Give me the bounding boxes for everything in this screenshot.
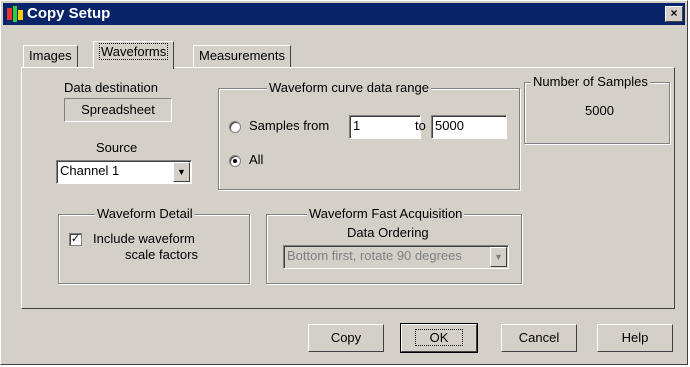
waveform-detail-label: Waveform Detail bbox=[95, 206, 195, 221]
title-bar[interactable]: Copy Setup × bbox=[3, 3, 685, 25]
source-select[interactable]: Channel 1 ▼ bbox=[56, 160, 192, 184]
all-radio[interactable] bbox=[229, 155, 241, 167]
to-label: to bbox=[415, 118, 426, 133]
copy-button[interactable]: Copy bbox=[308, 324, 384, 352]
num-samples-group: Number of Samples 5000 bbox=[524, 74, 670, 144]
tab-measurements-label: Measurements bbox=[199, 48, 285, 63]
help-button-label: Help bbox=[621, 330, 649, 345]
close-icon[interactable]: × bbox=[665, 6, 683, 22]
data-ordering-value: Bottom first, rotate 90 degrees bbox=[287, 248, 462, 263]
tab-panel: Data destination Spreadsheet Source Chan… bbox=[21, 67, 675, 309]
tab-waveforms-label: Waveforms bbox=[99, 43, 169, 60]
data-destination-value: Spreadsheet bbox=[64, 98, 172, 122]
to-field[interactable]: 5000 bbox=[431, 115, 507, 139]
samples-from-label: Samples from bbox=[249, 118, 330, 133]
tab-waveforms[interactable]: Waveforms bbox=[93, 41, 175, 69]
source-label: Source bbox=[96, 140, 138, 155]
tab-images[interactable]: Images bbox=[23, 45, 78, 67]
from-field[interactable]: 1 bbox=[349, 115, 421, 139]
ok-button-label: OK bbox=[414, 329, 464, 346]
data-destination-label: Data destination bbox=[64, 80, 158, 95]
source-value: Channel 1 bbox=[60, 163, 120, 178]
ok-button[interactable]: OK bbox=[400, 323, 478, 353]
checkbox-label-line2: scale factors bbox=[125, 247, 198, 262]
samples-from-radio[interactable] bbox=[229, 121, 241, 133]
num-samples-label: Number of Samples bbox=[531, 74, 650, 89]
num-samples-value: 5000 bbox=[585, 103, 614, 118]
help-button[interactable]: Help bbox=[597, 324, 673, 352]
fast-acquisition-label: Waveform Fast Acquisition bbox=[307, 206, 465, 221]
app-icon bbox=[7, 6, 23, 22]
include-scale-checkbox[interactable]: ✓ bbox=[69, 233, 82, 246]
fast-acquisition-group: Waveform Fast Acquisition Data Ordering … bbox=[266, 206, 522, 284]
cancel-button-label: Cancel bbox=[518, 330, 560, 345]
tab-images-label: Images bbox=[29, 48, 72, 63]
data-ordering-select[interactable]: Bottom first, rotate 90 degrees ▼ bbox=[283, 245, 509, 269]
window-title: Copy Setup bbox=[27, 5, 111, 22]
chevron-down-icon[interactable]: ▼ bbox=[173, 162, 190, 182]
checkbox-label-line1: Include waveform bbox=[93, 231, 195, 246]
copy-button-label: Copy bbox=[330, 330, 362, 345]
tab-measurements[interactable]: Measurements bbox=[193, 45, 291, 67]
all-label: All bbox=[249, 152, 264, 167]
waveform-detail-group: Waveform Detail ✓ Include waveform scale… bbox=[58, 206, 250, 284]
curve-range-label: Waveform curve data range bbox=[267, 80, 431, 95]
copy-setup-dialog: Copy Setup × Images Waveforms Measuremen… bbox=[0, 0, 688, 365]
data-ordering-label: Data Ordering bbox=[347, 225, 429, 240]
curve-range-group: Waveform curve data range Samples from 1… bbox=[218, 80, 520, 190]
chevron-down-icon[interactable]: ▼ bbox=[490, 247, 507, 267]
cancel-button[interactable]: Cancel bbox=[501, 324, 577, 352]
